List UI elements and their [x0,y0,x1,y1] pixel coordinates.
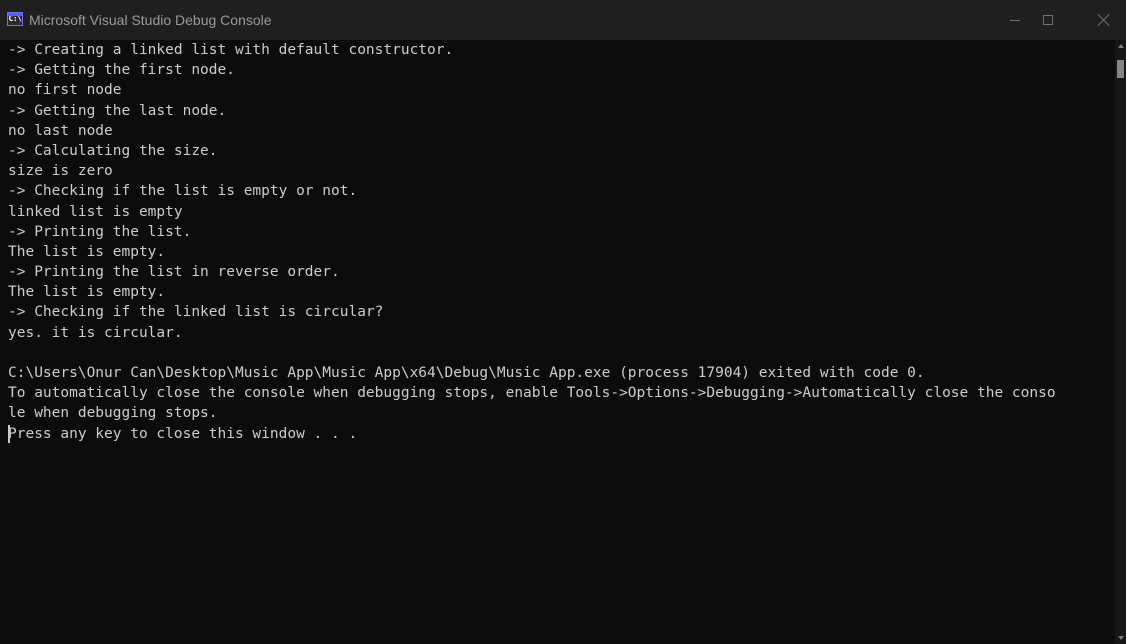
console-output[interactable]: -> Creating a linked list with default c… [0,40,1115,644]
window-title: Microsoft Visual Studio Debug Console [29,12,272,28]
console-app-icon[interactable]: C:\ [7,12,23,26]
console-line: -> Checking if the list is empty or not. [8,183,358,200]
console-line: -> Getting the first node. [8,62,235,79]
maximize-icon [1043,15,1053,25]
minimize-icon [1010,19,1020,21]
console-line: linked list is empty [8,203,183,220]
console-line: Press any key to close this window . . . [8,425,358,442]
debug-console-window: C:\ Microsoft Visual Studio Debug Consol… [0,0,1126,644]
app-icon-bar [8,13,22,16]
vertical-scrollbar[interactable] [1115,40,1126,644]
console-line: The list is empty. [8,284,166,301]
console-line: size is zero [8,163,113,180]
console-line: To automatically close the console when … [8,385,1056,402]
console-line: -> Printing the list. [8,223,192,240]
title-bar[interactable]: C:\ Microsoft Visual Studio Debug Consol… [0,0,1126,40]
app-icon-glyph: C:\ [8,14,22,23]
console-line: no last node [8,122,113,139]
console-line: -> Checking if the linked list is circul… [8,304,384,321]
maximize-button[interactable] [1025,0,1071,40]
console-line: yes. it is circular. [8,324,183,341]
console-line: le when debugging stops. [8,405,218,422]
close-icon [1098,14,1110,26]
close-button[interactable] [1081,0,1126,40]
scroll-down-arrow-icon[interactable] [1115,632,1126,644]
console-line: -> Getting the last node. [8,102,227,119]
console-line: -> Creating a linked list with default c… [8,42,454,58]
scroll-thumb[interactable] [1117,60,1124,78]
scroll-up-arrow-icon[interactable] [1115,40,1126,52]
console-line: no first node [8,82,122,99]
text-cursor [8,425,10,443]
console-line: -> Calculating the size. [8,142,218,159]
console-line: -> Printing the list in reverse order. [8,264,340,281]
console-line: The list is empty. [8,243,166,260]
console-line: C:\Users\Onur Can\Desktop\Music App\Musi… [8,365,925,381]
